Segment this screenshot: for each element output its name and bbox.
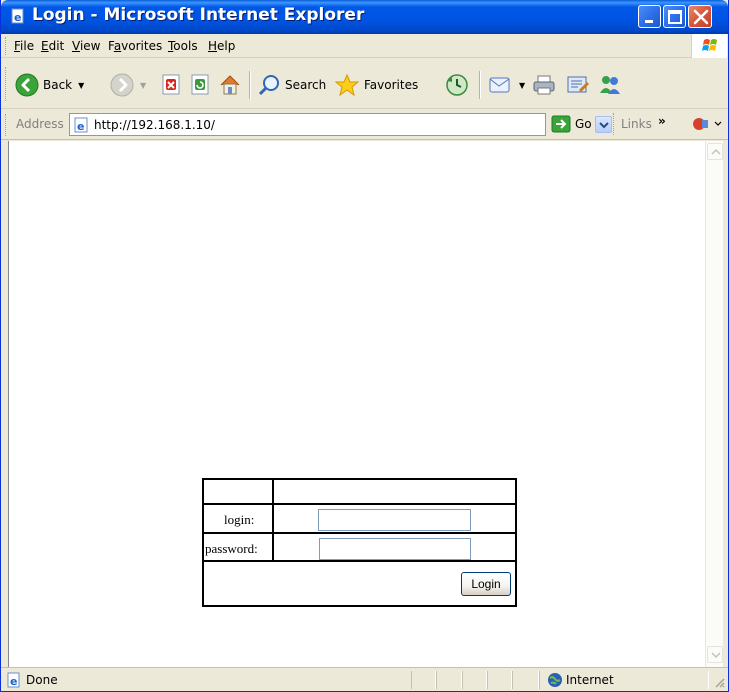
chevron-up-icon: [711, 148, 721, 155]
ie-page-icon: e: [6, 672, 22, 691]
address-grip[interactable]: [5, 114, 8, 136]
go-label: Go: [575, 117, 592, 131]
back-arrow-icon: [15, 73, 39, 97]
stop-icon: [162, 74, 180, 95]
standard-toolbar: Back ▼ ▼ Search Favorites ▼: [1, 59, 728, 109]
svg-text:e: e: [10, 675, 17, 688]
window-title: Login - Microsoft Internet Explorer: [32, 5, 365, 25]
menu-help[interactable]: Help: [208, 39, 235, 53]
toolbar-separator: [249, 71, 251, 99]
password-label: password:: [205, 541, 258, 556]
printer-icon: [533, 75, 555, 95]
search-icon: [258, 75, 279, 96]
minimize-button[interactable]: [638, 5, 661, 28]
address-input[interactable]: e http://192.168.1.10/: [69, 113, 612, 136]
svg-text:e: e: [14, 11, 21, 24]
go-button[interactable]: Go: [551, 115, 592, 133]
forward-dropdown-icon[interactable]: ▼: [140, 81, 146, 90]
table-row: [204, 480, 515, 505]
scroll-down-button[interactable]: [707, 646, 723, 663]
menu-edit[interactable]: Edit: [41, 39, 64, 53]
login-input[interactable]: [318, 509, 471, 531]
vertical-scrollbar[interactable]: [705, 141, 723, 667]
refresh-icon: [191, 74, 209, 95]
edit-button[interactable]: [566, 72, 590, 98]
mail-icon: [489, 77, 510, 93]
status-bar: e Done Internet: [1, 667, 728, 691]
windows-logo-icon: [691, 34, 727, 58]
forward-button[interactable]: ▼: [110, 72, 146, 98]
address-label: Address: [16, 117, 64, 131]
maximize-button[interactable]: [663, 5, 686, 28]
status-pane: [411, 671, 436, 689]
history-button[interactable]: [445, 72, 469, 98]
close-button[interactable]: [688, 5, 712, 28]
back-button[interactable]: Back ▼: [15, 72, 84, 98]
go-arrow-icon: [551, 115, 571, 133]
favorites-star-icon: [334, 73, 360, 97]
print-button[interactable]: [532, 72, 556, 98]
favorites-label: Favorites: [364, 78, 419, 92]
chevron-down-icon: [599, 122, 609, 129]
login-form-table: login: password: Login: [202, 478, 517, 607]
ie-page-icon: e: [10, 8, 26, 24]
toolbar-grip[interactable]: [5, 67, 8, 101]
chevron-down-icon: [711, 652, 721, 659]
back-dropdown-icon[interactable]: ▼: [78, 81, 84, 90]
favorites-button[interactable]: Favorites: [334, 72, 418, 98]
status-pane: [436, 671, 462, 689]
status-text: Done: [26, 673, 58, 687]
status-pane: [512, 671, 539, 689]
page-content: login: password: Login: [8, 141, 705, 667]
home-icon: [220, 75, 240, 95]
svg-text:e: e: [77, 120, 84, 133]
table-divider: [272, 480, 274, 505]
scroll-up-button[interactable]: [707, 143, 723, 160]
forward-arrow-icon: [110, 73, 134, 97]
ie-page-icon: e: [72, 117, 90, 136]
table-divider: [272, 505, 274, 534]
status-pane: [539, 671, 709, 689]
status-pane: [462, 671, 487, 689]
toolbar-separator: [479, 71, 481, 99]
history-icon: [446, 74, 468, 96]
links-button[interactable]: Links: [621, 117, 652, 131]
home-button[interactable]: [218, 72, 242, 98]
back-label: Back: [43, 78, 73, 92]
password-input[interactable]: [319, 538, 471, 560]
browser-window: e Login - Microsoft Internet Explorer Fi…: [0, 0, 729, 692]
security-zone-text: Internet: [566, 673, 614, 687]
links-divider: [613, 113, 620, 135]
menu-tools[interactable]: Tools: [168, 39, 198, 53]
address-dropdown-button[interactable]: [595, 116, 612, 133]
table-divider: [272, 534, 274, 562]
title-bar[interactable]: e Login - Microsoft Internet Explorer: [1, 0, 728, 34]
messenger-button[interactable]: [598, 72, 622, 98]
refresh-button[interactable]: [190, 72, 212, 98]
internet-globe-icon: [547, 672, 563, 691]
edit-document-icon: [567, 76, 590, 93]
status-pane: [487, 671, 512, 689]
login-label: login:: [224, 512, 255, 527]
search-button[interactable]: Search: [257, 72, 326, 98]
mail-dropdown-icon[interactable]: ▼: [519, 81, 525, 90]
menu-grip[interactable]: [5, 37, 8, 55]
stop-button[interactable]: [161, 72, 183, 98]
menu-favorites[interactable]: Favorites: [108, 39, 162, 53]
login-button[interactable]: Login: [461, 572, 511, 596]
menu-file[interactable]: File: [14, 39, 34, 53]
mail-button[interactable]: ▼: [487, 72, 525, 98]
menu-view[interactable]: View: [72, 39, 100, 53]
research-tool-icon[interactable]: [691, 115, 723, 136]
menu-bar: File Edit View Favorites Tools Help: [1, 34, 728, 58]
search-label: Search: [285, 78, 327, 92]
links-chevron-icon[interactable]: »: [658, 114, 666, 128]
messenger-people-icon: [600, 76, 620, 94]
resize-grip-icon[interactable]: [713, 676, 725, 688]
address-url: http://192.168.1.10/: [94, 118, 215, 132]
address-bar: Address e http://192.168.1.10/ Go Links …: [1, 109, 728, 140]
